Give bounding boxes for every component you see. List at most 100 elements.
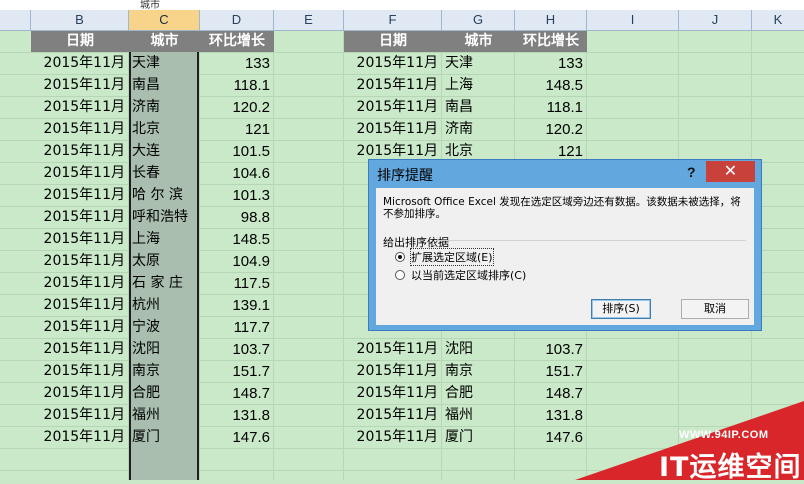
- left-table-cell[interactable]: 2015年11月: [31, 361, 128, 382]
- left-table-cell[interactable]: 2015年11月: [31, 405, 128, 426]
- left-table-cell[interactable]: 2015年11月: [31, 163, 128, 184]
- left-table-cell[interactable]: 合肥: [129, 383, 199, 404]
- left-table-cell[interactable]: 101.5: [200, 141, 273, 162]
- left-table-header-cell[interactable]: 环比增长: [200, 31, 274, 52]
- right-table-cell[interactable]: 2015年11月: [344, 53, 441, 74]
- left-table-cell[interactable]: 2015年11月: [31, 229, 128, 250]
- right-table-header-cell[interactable]: 城市: [442, 31, 515, 52]
- right-table-cell[interactable]: 沈阳: [442, 339, 514, 360]
- right-table-header-cell[interactable]: 日期: [344, 31, 442, 52]
- left-table-cell[interactable]: 151.7: [200, 361, 273, 382]
- left-table-cell[interactable]: 2015年11月: [31, 427, 128, 448]
- left-table-cell[interactable]: 福州: [129, 405, 199, 426]
- left-table-cell[interactable]: 104.9: [200, 251, 273, 272]
- right-table-cell[interactable]: 133: [515, 53, 586, 74]
- left-table-cell[interactable]: 121: [200, 119, 273, 140]
- left-table-cell[interactable]: 厦门: [129, 427, 199, 448]
- right-table-cell[interactable]: 118.1: [515, 97, 586, 118]
- left-table-cell[interactable]: 147.6: [200, 427, 273, 448]
- right-table-cell[interactable]: 151.7: [515, 361, 586, 382]
- right-table-cell[interactable]: 2015年11月: [344, 75, 441, 96]
- left-table-cell[interactable]: 104.6: [200, 163, 273, 184]
- left-table-cell[interactable]: 天津: [129, 53, 199, 74]
- left-table-cell[interactable]: 133: [200, 53, 273, 74]
- column-header-d[interactable]: D: [200, 10, 274, 31]
- right-table-cell[interactable]: 2015年11月: [344, 97, 441, 118]
- left-table-cell[interactable]: 120.2: [200, 97, 273, 118]
- right-table-cell[interactable]: 2015年11月: [344, 427, 441, 448]
- left-table-cell[interactable]: 117.5: [200, 273, 273, 294]
- left-table-cell[interactable]: 2015年11月: [31, 53, 128, 74]
- expand-selection-label[interactable]: 扩展选定区域(E): [410, 248, 494, 266]
- left-table-cell[interactable]: 148.5: [200, 229, 273, 250]
- left-table-cell[interactable]: 济南: [129, 97, 199, 118]
- column-header-k[interactable]: K: [752, 10, 804, 31]
- right-table-cell[interactable]: 济南: [442, 119, 514, 140]
- left-table-cell[interactable]: 2015年11月: [31, 295, 128, 316]
- column-header-g[interactable]: G: [442, 10, 515, 31]
- left-table-cell[interactable]: 沈阳: [129, 339, 199, 360]
- right-table-cell[interactable]: 厦门: [442, 427, 514, 448]
- right-table-cell[interactable]: 上海: [442, 75, 514, 96]
- left-table-cell[interactable]: 98.8: [200, 207, 273, 228]
- right-table-cell[interactable]: 南昌: [442, 97, 514, 118]
- left-table-cell[interactable]: 上海: [129, 229, 199, 250]
- left-table-cell[interactable]: 杭州: [129, 295, 199, 316]
- left-table-header-cell[interactable]: 城市: [129, 31, 200, 52]
- right-table-cell[interactable]: 2015年11月: [344, 383, 441, 404]
- left-table-cell[interactable]: 103.7: [200, 339, 273, 360]
- right-table-cell[interactable]: 2015年11月: [344, 405, 441, 426]
- left-table-cell[interactable]: 131.8: [200, 405, 273, 426]
- column-header-e[interactable]: E: [274, 10, 344, 31]
- right-table-cell[interactable]: 2015年11月: [344, 361, 441, 382]
- column-header-j[interactable]: J: [679, 10, 752, 31]
- left-table-cell[interactable]: 哈 尔 滨: [129, 185, 199, 206]
- left-table-header-cell[interactable]: 日期: [31, 31, 129, 52]
- column-header-f[interactable]: F: [344, 10, 442, 31]
- expand-selection-radio[interactable]: [395, 252, 405, 262]
- left-table-cell[interactable]: 2015年11月: [31, 141, 128, 162]
- left-table-cell[interactable]: 2015年11月: [31, 119, 128, 140]
- right-table-cell[interactable]: 148.5: [515, 75, 586, 96]
- right-table-cell[interactable]: 南京: [442, 361, 514, 382]
- column-header-b[interactable]: B: [31, 10, 129, 31]
- left-table-cell[interactable]: 北京: [129, 119, 199, 140]
- left-table-cell[interactable]: 148.7: [200, 383, 273, 404]
- left-table-cell[interactable]: 2015年11月: [31, 251, 128, 272]
- left-table-cell[interactable]: 117.7: [200, 317, 273, 338]
- left-table-cell[interactable]: 太原: [129, 251, 199, 272]
- sort-button[interactable]: 排序(S): [591, 299, 651, 319]
- right-table-cell[interactable]: 天津: [442, 53, 514, 74]
- left-table-cell[interactable]: 大连: [129, 141, 199, 162]
- left-table-cell[interactable]: 呼和浩特: [129, 207, 199, 228]
- close-button[interactable]: ✕: [706, 161, 755, 182]
- left-table-cell[interactable]: 2015年11月: [31, 339, 128, 360]
- cancel-button[interactable]: 取消: [681, 299, 749, 319]
- left-table-cell[interactable]: 2015年11月: [31, 273, 128, 294]
- left-table-cell[interactable]: 宁波: [129, 317, 199, 338]
- left-table-cell[interactable]: 南京: [129, 361, 199, 382]
- help-icon[interactable]: ?: [687, 164, 696, 180]
- right-table-cell[interactable]: 合肥: [442, 383, 514, 404]
- current-selection-radio[interactable]: [395, 270, 405, 280]
- column-header-h[interactable]: H: [515, 10, 587, 31]
- right-table-cell[interactable]: 103.7: [515, 339, 586, 360]
- right-table-cell[interactable]: 2015年11月: [344, 119, 441, 140]
- current-selection-label[interactable]: 以当前选定区域排序(C): [411, 267, 526, 283]
- right-table-cell[interactable]: 120.2: [515, 119, 586, 140]
- dialog-titlebar[interactable]: 排序提醒 ? ✕: [369, 160, 761, 188]
- select-all-corner[interactable]: [0, 10, 31, 31]
- left-table-cell[interactable]: 2015年11月: [31, 75, 128, 96]
- left-table-cell[interactable]: 石 家 庄: [129, 273, 199, 294]
- left-table-cell[interactable]: 南昌: [129, 75, 199, 96]
- right-table-cell[interactable]: 福州: [442, 405, 514, 426]
- right-table-cell[interactable]: 2015年11月: [344, 339, 441, 360]
- left-table-cell[interactable]: 118.1: [200, 75, 273, 96]
- left-table-cell[interactable]: 长春: [129, 163, 199, 184]
- right-table-header-cell[interactable]: 环比增长: [515, 31, 587, 52]
- left-table-cell[interactable]: 2015年11月: [31, 383, 128, 404]
- column-header-c[interactable]: C: [129, 10, 200, 31]
- column-header-i[interactable]: I: [587, 10, 679, 31]
- left-table-cell[interactable]: 2015年11月: [31, 317, 128, 338]
- left-table-cell[interactable]: 2015年11月: [31, 97, 128, 118]
